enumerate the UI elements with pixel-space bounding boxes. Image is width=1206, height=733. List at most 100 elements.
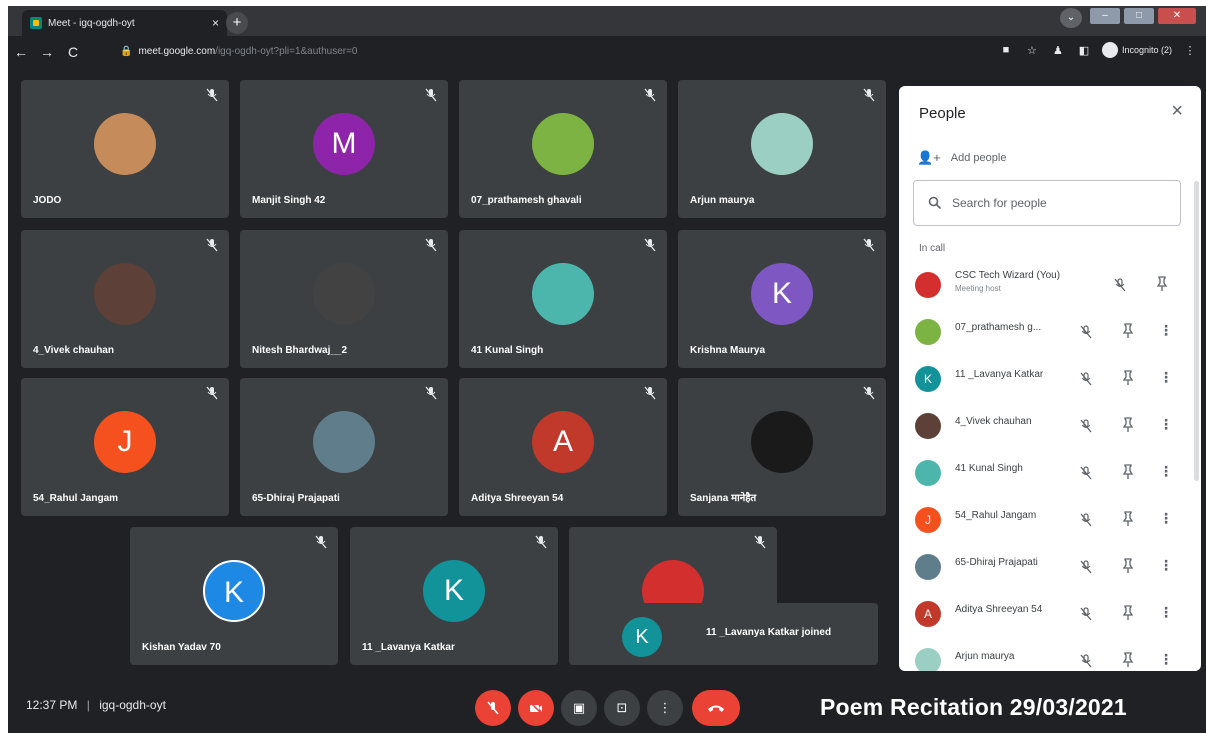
muted-mic-icon: [643, 88, 657, 102]
more-vert-icon[interactable]: ⋮: [1159, 604, 1173, 621]
url-input[interactable]: 🔒 meet.google.com/igq-ogdh-oyt?pli=1&auth…: [108, 40, 968, 64]
forward-icon[interactable]: →: [34, 44, 60, 60]
participant-row-avatar: [915, 272, 941, 298]
participant-row[interactable]: 4_Vivek chauhan ⋮: [915, 409, 1185, 445]
side-panel-icon[interactable]: ◧: [1076, 44, 1092, 57]
back-icon[interactable]: ←: [8, 44, 34, 60]
new-tab-button[interactable]: +: [226, 12, 248, 34]
more-vert-icon[interactable]: ⋮: [1159, 322, 1173, 339]
pin-icon[interactable]: [1121, 558, 1135, 574]
minimize-button[interactable]: –: [1090, 8, 1120, 24]
muted-mic-icon: [314, 535, 328, 549]
participant-tile[interactable]: K Kishan Yadav 70: [130, 527, 338, 665]
participant-avatar: K: [423, 560, 485, 622]
more-vert-icon[interactable]: ⋮: [1159, 416, 1173, 433]
mic-muted-icon[interactable]: [1079, 325, 1093, 339]
maximize-button[interactable]: □: [1124, 8, 1154, 24]
more-vert-icon[interactable]: ⋮: [1159, 510, 1173, 527]
participant-tile[interactable]: 07_prathamesh ghavali: [459, 80, 667, 218]
participant-name: Krishna Maurya: [690, 345, 766, 356]
close-window-button[interactable]: ✕: [1158, 8, 1196, 24]
mic-muted-icon[interactable]: [1079, 560, 1093, 574]
mic-muted-icon[interactable]: [1079, 607, 1093, 621]
participant-row[interactable]: A Aditya Shreeyan 54 ⋮: [915, 597, 1185, 633]
mic-muted-icon[interactable]: [1079, 466, 1093, 480]
more-vert-icon[interactable]: ⋮: [1159, 369, 1173, 386]
muted-mic-icon: [424, 238, 438, 252]
participant-tile[interactable]: K 11 _Lavanya Katkar: [350, 527, 558, 665]
bookmark-star-icon[interactable]: ☆: [1024, 44, 1040, 57]
camera-off-button[interactable]: [518, 690, 554, 726]
camera-blocked-icon[interactable]: ■: [998, 44, 1014, 56]
participant-row[interactable]: K 11 _Lavanya Katkar ⋮: [915, 362, 1185, 398]
participant-tile[interactable]: J 54_Rahul Jangam: [21, 378, 229, 516]
participant-avatar: K: [751, 263, 813, 325]
muted-mic-icon: [424, 386, 438, 400]
reload-icon[interactable]: C: [60, 44, 86, 60]
pin-icon[interactable]: [1121, 417, 1135, 433]
participant-row-name: Aditya Shreeyan 54: [955, 604, 1043, 615]
end-call-button[interactable]: [692, 690, 740, 726]
mic-off-button[interactable]: [475, 690, 511, 726]
more-options-button[interactable]: ⋮: [647, 690, 683, 726]
pin-icon[interactable]: [1121, 464, 1135, 480]
pin-icon[interactable]: [1121, 323, 1135, 339]
participant-tile[interactable]: K Krishna Maurya: [678, 230, 886, 368]
search-icon: [928, 196, 942, 210]
participant-row-avatar: [915, 554, 941, 580]
pin-icon[interactable]: [1121, 370, 1135, 386]
add-people-button[interactable]: 👤+ Add people: [917, 150, 1006, 166]
more-vert-icon[interactable]: ⋮: [1159, 463, 1173, 480]
search-people-input[interactable]: Search for people: [913, 180, 1181, 226]
participant-tile[interactable]: 4_Vivek chauhan: [21, 230, 229, 368]
tab-search-icon[interactable]: ⌄: [1060, 8, 1082, 28]
meeting-code: igq-ogdh-oyt: [99, 698, 166, 712]
panel-scrollbar[interactable]: [1194, 181, 1199, 481]
participant-name: 07_prathamesh ghavali: [471, 195, 582, 206]
participant-avatar: M: [313, 113, 375, 175]
participant-avatar: A: [532, 411, 594, 473]
url-host: meet.google.com: [138, 46, 216, 57]
close-panel-icon[interactable]: ×: [1171, 100, 1183, 123]
pin-icon[interactable]: [1121, 652, 1135, 668]
participant-row[interactable]: Arjun maurya ⋮: [915, 644, 1185, 671]
mic-muted-icon[interactable]: [1079, 419, 1093, 433]
participant-row[interactable]: 41 Kunal Singh ⋮: [915, 456, 1185, 492]
extensions-icon[interactable]: ♟: [1050, 44, 1066, 57]
tab-meet[interactable]: Meet - igq-ogdh-oyt ×: [22, 10, 227, 36]
participant-row-avatar: J: [915, 507, 941, 533]
participant-avatar: [532, 263, 594, 325]
participant-tile[interactable]: Sanjana मानेहैत: [678, 378, 886, 516]
more-menu-icon[interactable]: ⋮: [1182, 44, 1198, 57]
participant-tile[interactable]: 65-Dhiraj Prajapati: [240, 378, 448, 516]
muted-mic-icon: [424, 88, 438, 102]
participant-row[interactable]: J 54_Rahul Jangam ⋮: [915, 503, 1185, 539]
pin-icon[interactable]: [1155, 276, 1169, 292]
muted-mic-icon: [862, 238, 876, 252]
participant-tile[interactable]: JODO: [21, 80, 229, 218]
mic-muted-icon[interactable]: [1079, 513, 1093, 527]
participant-tile[interactable]: Arjun maurya: [678, 80, 886, 218]
mic-muted-icon[interactable]: [1079, 372, 1093, 386]
mic-muted-icon[interactable]: [1113, 278, 1127, 292]
captions-button[interactable]: ▣: [561, 690, 597, 726]
participant-tile[interactable]: Nitesh Bhardwaj__2: [240, 230, 448, 368]
participant-row[interactable]: CSC Tech Wizard (You) Meeting host: [915, 268, 1185, 304]
pin-icon[interactable]: [1121, 605, 1135, 621]
more-vert-icon[interactable]: ⋮: [1159, 651, 1173, 668]
incognito-icon: [1101, 42, 1118, 58]
present-button[interactable]: ⊡: [604, 690, 640, 726]
more-vert-icon[interactable]: ⋮: [1159, 557, 1173, 574]
tab-close-icon[interactable]: ×: [212, 16, 219, 30]
address-bar: ← → C 🔒 meet.google.com/igq-ogdh-oyt?pli=…: [8, 36, 1206, 68]
participant-tile[interactable]: M Manjit Singh 42: [240, 80, 448, 218]
participant-name: 11 _Lavanya Katkar: [362, 642, 455, 653]
mic-muted-icon[interactable]: [1079, 654, 1093, 668]
participant-tile[interactable]: A Aditya Shreeyan 54: [459, 378, 667, 516]
incognito-profile[interactable]: Incognito (2): [1101, 42, 1172, 58]
pin-icon[interactable]: [1121, 511, 1135, 527]
participant-tile[interactable]: 41 Kunal Singh: [459, 230, 667, 368]
participant-row[interactable]: 65-Dhiraj Prajapati ⋮: [915, 550, 1185, 586]
tab-title: Meet - igq-ogdh-oyt: [48, 17, 135, 29]
participant-row[interactable]: 07_prathamesh g... ⋮: [915, 315, 1185, 351]
